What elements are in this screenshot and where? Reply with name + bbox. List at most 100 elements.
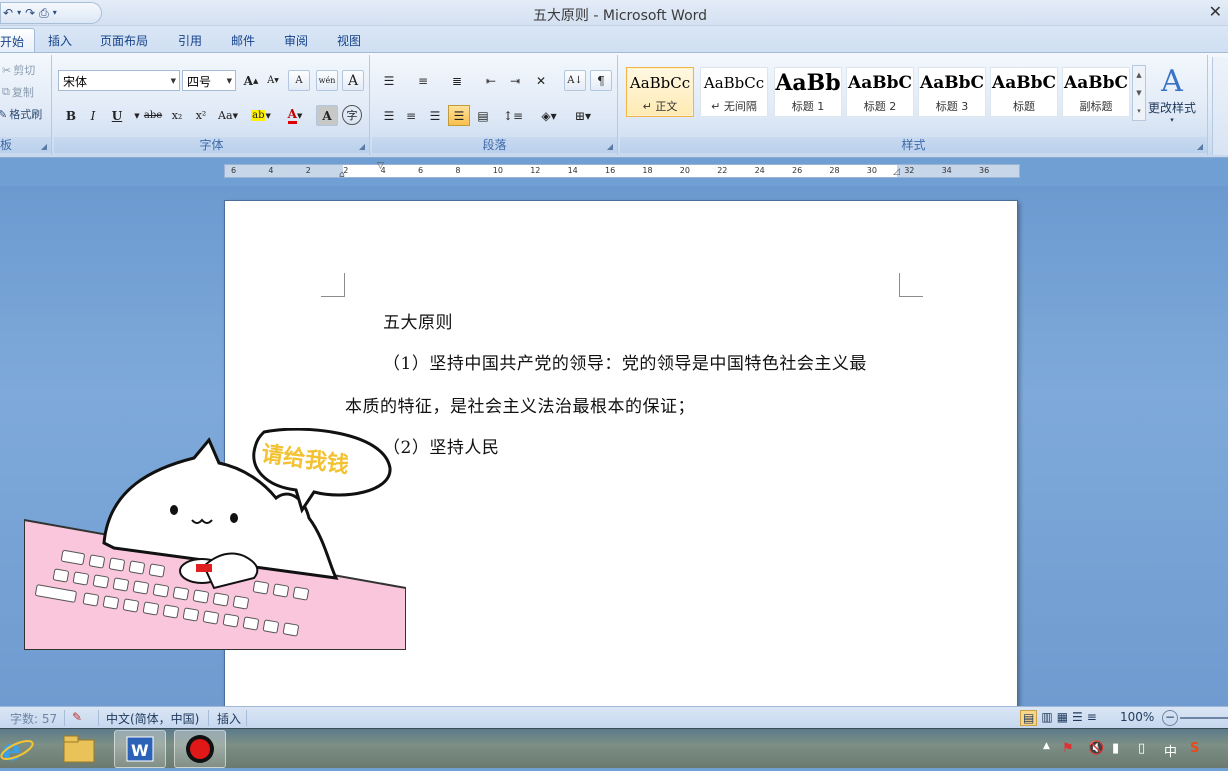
svg-text:W: W (131, 741, 149, 760)
right-indent-icon[interactable]: ◿ (893, 167, 900, 177)
change-case-button[interactable]: Aa ▼ (214, 105, 242, 126)
tab-home[interactable]: 开始 (0, 28, 36, 53)
format-painter-button[interactable]: ✎ 格式刷 (0, 106, 42, 122)
dialog-launcher-icon[interactable]: ◢ (1197, 142, 1203, 151)
grow-font-button[interactable]: A ▲ (240, 70, 262, 91)
line-spacing-icon[interactable]: ↕≡ (498, 105, 528, 126)
recorder-icon[interactable] (174, 730, 226, 768)
shading-icon[interactable]: ◈▾ (534, 105, 564, 126)
proofing-icon[interactable]: ✎ (72, 710, 82, 724)
copy-button[interactable]: ⧉ 复制 (2, 84, 34, 100)
decrease-indent-icon[interactable]: ⇤ (480, 70, 502, 91)
show-marks-icon[interactable]: ¶ (590, 70, 612, 91)
style-heading-2[interactable]: AaBbC 标题 2 (846, 67, 914, 117)
file-explorer-icon[interactable] (56, 730, 108, 768)
horizontal-ruler[interactable]: 6 4 2 2 4 6 8 10 12 14 16 18 20 22 24 26 28 30 32 34 36 ▽ ⌂ … (224, 161, 1020, 180)
editing-group-partial (1212, 57, 1228, 155)
ruler-tick-label: 16 (605, 166, 616, 175)
superscript-button[interactable]: x² (190, 105, 212, 126)
style-title[interactable]: AaBbC 标题 (990, 67, 1058, 117)
phonetic-guide-button[interactable]: wén (316, 70, 338, 91)
increase-indent-icon[interactable]: ⇥ (504, 70, 526, 91)
tab-mailings[interactable]: 邮件 (231, 32, 255, 49)
ruler-tick-label: 26 (792, 166, 803, 175)
sogou-icon[interactable]: S (1190, 741, 1199, 756)
flag-icon[interactable]: ⚑ (1062, 741, 1074, 756)
insert-mode[interactable]: 插入 (217, 710, 241, 727)
style-normal[interactable]: AaBbCc ↵ 正文 (626, 67, 694, 117)
clear-formatting-button[interactable]: A (288, 70, 310, 91)
font-group-label: 字体 (54, 137, 369, 153)
strikethrough-button[interactable]: abe (142, 105, 164, 126)
distributed-icon[interactable]: ▤ (472, 105, 494, 126)
change-styles-icon: A (1161, 64, 1183, 99)
character-border-button[interactable]: A (342, 70, 364, 91)
volume-icon[interactable]: 🔇 (1088, 741, 1104, 756)
subscript-button[interactable]: x₂ (166, 105, 188, 126)
dialog-launcher-icon[interactable]: ◢ (41, 142, 47, 151)
cut-button[interactable]: ✂ 剪切 (2, 62, 35, 78)
sort-icon[interactable]: A↓ (564, 70, 586, 91)
font-name-combo[interactable]: 宋体 ▼ (58, 70, 180, 91)
cat-typing-illustration: 请给我钱 (23, 427, 407, 651)
dialog-launcher-icon[interactable]: ◢ (607, 142, 613, 151)
tab-insert[interactable]: 插入 (48, 32, 72, 49)
full-screen-reading-icon[interactable]: ▥ (1041, 710, 1052, 726)
word-taskbar-icon[interactable]: W (114, 730, 166, 768)
draft-icon[interactable]: ≡ (1087, 710, 1097, 726)
zoom-level[interactable]: 100% (1120, 710, 1154, 724)
style-subtitle[interactable]: AaBbC 副标题 (1062, 67, 1130, 117)
borders-icon[interactable]: ⊞▾ (568, 105, 598, 126)
multilevel-list-icon[interactable]: ≣ (446, 70, 468, 91)
chevron-down-icon[interactable]: ▼ (171, 77, 176, 85)
ime-indicator[interactable]: 中 (1164, 741, 1177, 760)
tab-review[interactable]: 审阅 (284, 32, 308, 49)
enclose-characters-button[interactable]: 字 (342, 105, 362, 125)
change-styles-button[interactable]: A 更改样式 ▾ (1144, 64, 1200, 125)
font-size-combo[interactable]: 四号 ▼ (182, 70, 236, 91)
language-indicator[interactable]: 中文(简体，中国) (106, 710, 199, 727)
chinese-layout-icon[interactable]: ✕ (530, 70, 552, 91)
tab-references[interactable]: 引用 (178, 32, 202, 49)
word-count[interactable]: 字数: 57 (10, 710, 57, 727)
zoom-out-icon[interactable]: − (1162, 710, 1178, 726)
style-heading-3[interactable]: AaBbC 标题 3 (918, 67, 986, 117)
numbering-icon[interactable]: ≡ (412, 70, 434, 91)
dialog-launcher-icon[interactable]: ◢ (359, 142, 365, 151)
bold-button[interactable]: B (60, 105, 82, 126)
ruler-tick-label: 12 (530, 166, 541, 175)
justify-icon[interactable]: ☰ (448, 105, 470, 126)
doc-paragraph-line: 本质的特征，是社会主义法治最根本的保证； (345, 397, 695, 417)
font-color-button[interactable]: A ▼ (280, 105, 310, 126)
align-center-icon[interactable]: ≡ (400, 105, 422, 126)
underline-button[interactable]: U (106, 105, 128, 126)
character-shading-button[interactable]: A (316, 105, 338, 126)
align-right-icon[interactable]: ☰ (424, 105, 446, 126)
close-icon[interactable]: ✕ (1209, 2, 1222, 21)
ruler-tick-label: 32 (904, 166, 915, 175)
web-layout-icon[interactable]: ▦ (1057, 710, 1068, 726)
ruler-tick-label: 18 (642, 166, 653, 175)
left-indent-icon[interactable]: ⌂ (339, 170, 345, 180)
ruler-tick-label: 2 (305, 166, 311, 175)
font-group: 宋体 ▼ 四号 ▼ A ▲ A ▼ A wén A B I U ▼ abe x₂ x² … (54, 55, 370, 155)
bullets-icon[interactable]: ☰ (378, 70, 400, 91)
style-no-spacing[interactable]: AaBbCc ↵ 无间隔 (700, 67, 768, 117)
power-icon[interactable]: ▯ (1138, 741, 1145, 756)
tab-page-layout[interactable]: 页面布局 (100, 32, 148, 49)
ruler-tick-label: 22 (717, 166, 728, 175)
align-left-icon[interactable]: ☰ (378, 105, 400, 126)
first-line-indent-icon[interactable]: ▽ (377, 161, 384, 171)
chevron-down-icon[interactable]: ▼ (227, 77, 232, 85)
zoom-slider[interactable] (1180, 717, 1228, 719)
style-heading-1[interactable]: AaBb 标题 1 (774, 67, 842, 117)
tab-view[interactable]: 视图 (337, 32, 361, 49)
shrink-font-button[interactable]: A ▼ (262, 70, 284, 91)
show-hidden-icons[interactable]: ▲ (1043, 741, 1050, 751)
network-icon[interactable]: ▮ (1112, 741, 1119, 756)
ie-icon[interactable]: e (0, 730, 52, 768)
print-layout-icon[interactable]: ▤ (1020, 710, 1038, 726)
highlight-button[interactable]: ab ▼ (246, 105, 276, 126)
outline-icon[interactable]: ☰ (1072, 710, 1083, 726)
italic-button[interactable]: I (82, 105, 104, 126)
